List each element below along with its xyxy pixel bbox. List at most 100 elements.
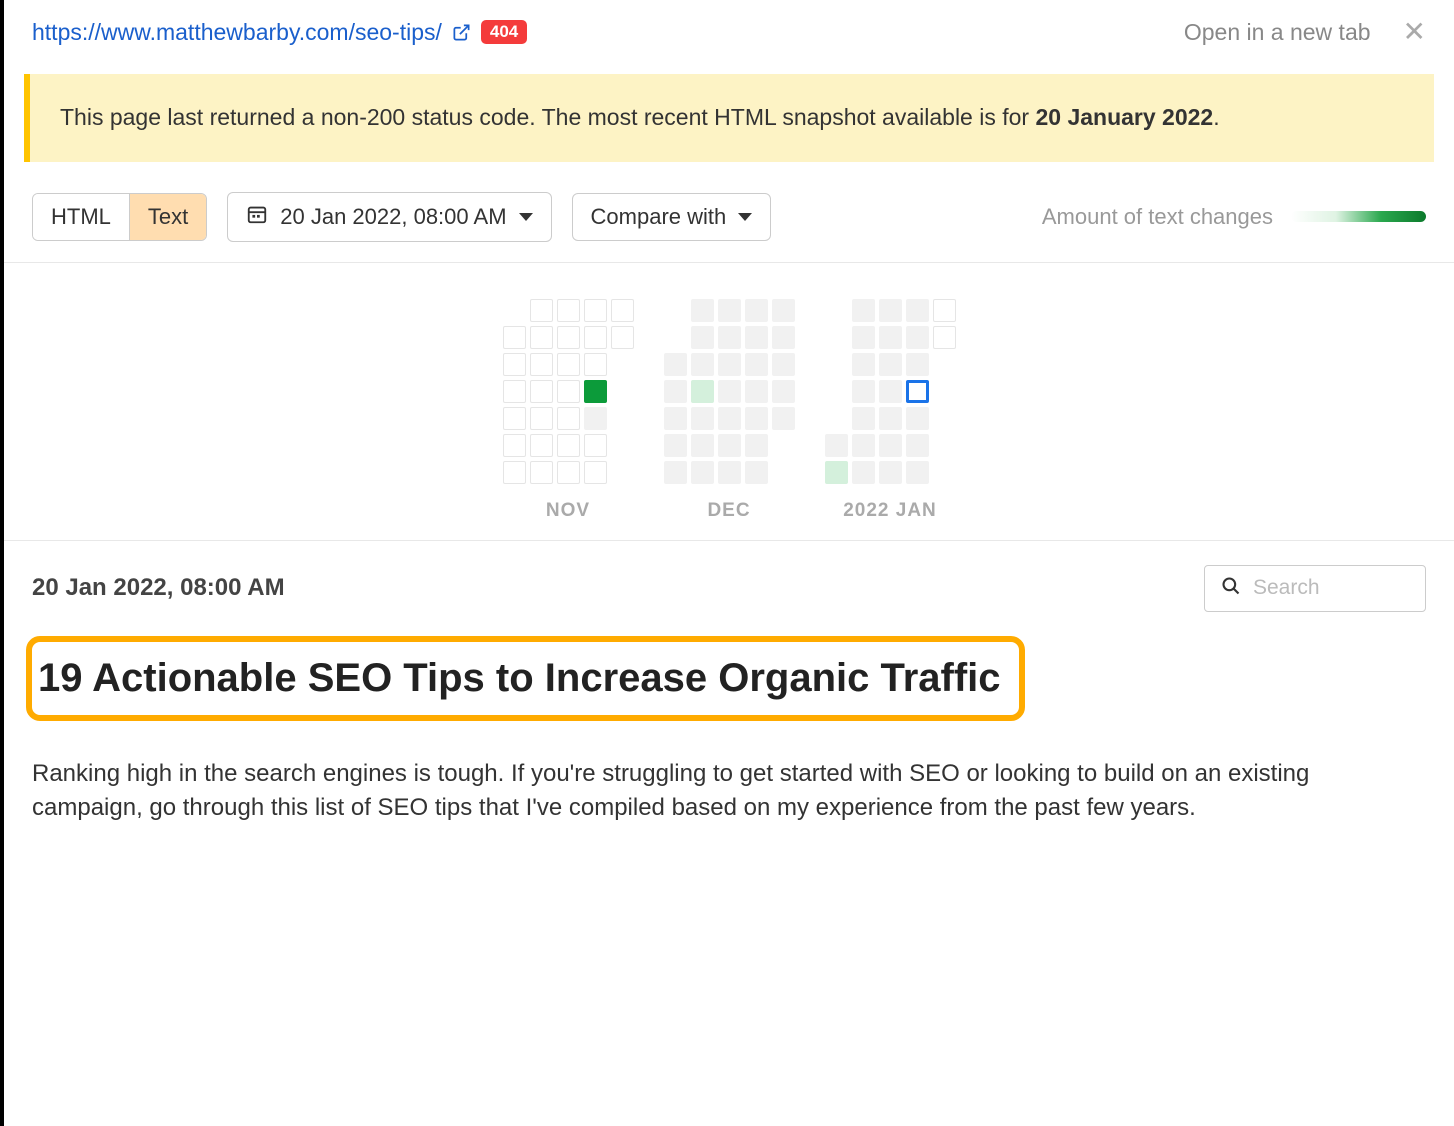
calendar-cell[interactable]: [745, 326, 768, 349]
calendar-cell[interactable]: [664, 461, 687, 484]
calendar-cell[interactable]: [772, 353, 795, 376]
calendar-cell[interactable]: [825, 461, 848, 484]
calendar-cell[interactable]: [906, 461, 929, 484]
calendar-cell[interactable]: [745, 353, 768, 376]
article-body: Ranking high in the search engines is to…: [32, 757, 1426, 827]
calendar-cell[interactable]: [530, 380, 553, 403]
calendar-cell[interactable]: [879, 434, 902, 457]
calendar-cell[interactable]: [718, 326, 741, 349]
calendar-cell[interactable]: [530, 326, 553, 349]
calendar-cell[interactable]: [879, 326, 902, 349]
calendar-cell[interactable]: [664, 380, 687, 403]
gradient-scale: [1291, 211, 1426, 222]
calendar-cell[interactable]: [745, 407, 768, 430]
calendar-cell[interactable]: [557, 326, 580, 349]
calendar-cell[interactable]: [664, 407, 687, 430]
calendar-cell[interactable]: [503, 326, 526, 349]
search-box[interactable]: [1204, 565, 1426, 612]
calendar-cell[interactable]: [691, 434, 714, 457]
calendar-cell[interactable]: [933, 326, 956, 349]
calendar-cell[interactable]: [718, 407, 741, 430]
calendar-cell[interactable]: [745, 434, 768, 457]
calendar-cell[interactable]: [530, 461, 553, 484]
calendar-cell[interactable]: [772, 407, 795, 430]
page-url-link[interactable]: https://www.matthewbarby.com/seo-tips/: [32, 19, 442, 46]
calendar-cell[interactable]: [772, 326, 795, 349]
text-tab[interactable]: Text: [129, 194, 206, 240]
calendar-cell[interactable]: [718, 461, 741, 484]
calendar-cell[interactable]: [906, 434, 929, 457]
calendar-cell[interactable]: [879, 299, 902, 322]
calendar-cell[interactable]: [718, 434, 741, 457]
compare-dropdown[interactable]: Compare with: [572, 193, 772, 241]
calendar-cell[interactable]: [503, 380, 526, 403]
month-label-jan: 2022 JAN: [825, 500, 956, 522]
calendar-cell[interactable]: [691, 353, 714, 376]
calendar-cell[interactable]: [584, 407, 607, 430]
calendar-cell[interactable]: [691, 326, 714, 349]
calendar-cell[interactable]: [691, 299, 714, 322]
calendar-cell[interactable]: [852, 380, 875, 403]
calendar-cell[interactable]: [852, 407, 875, 430]
calendar-cell[interactable]: [584, 353, 607, 376]
close-icon[interactable]: ✕: [1403, 18, 1426, 46]
calendar-cell[interactable]: [718, 299, 741, 322]
open-new-tab-link[interactable]: Open in a new tab: [1184, 19, 1371, 46]
calendar-cell[interactable]: [852, 353, 875, 376]
calendar-cell[interactable]: [557, 353, 580, 376]
calendar-cell[interactable]: [530, 353, 553, 376]
view-toggle: HTML Text: [32, 193, 207, 241]
calendar-cell[interactable]: [906, 353, 929, 376]
calendar-cell[interactable]: [745, 299, 768, 322]
calendar-cell[interactable]: [906, 326, 929, 349]
calendar-cell[interactable]: [691, 407, 714, 430]
calendar-cell[interactable]: [745, 461, 768, 484]
calendar-cell[interactable]: [933, 299, 956, 322]
calendar-cell[interactable]: [557, 461, 580, 484]
calendar-cell[interactable]: [503, 434, 526, 457]
search-input[interactable]: [1253, 576, 1409, 600]
calendar-cell[interactable]: [691, 380, 714, 403]
calendar-cell[interactable]: [503, 461, 526, 484]
calendar-cell[interactable]: [879, 461, 902, 484]
calendar-cell[interactable]: [557, 407, 580, 430]
calendar-cell[interactable]: [852, 326, 875, 349]
calendar-cell[interactable]: [906, 299, 929, 322]
calendar-cell[interactable]: [664, 353, 687, 376]
date-dropdown[interactable]: 20 Jan 2022, 08:00 AM: [227, 192, 551, 242]
calendar-cell[interactable]: [772, 380, 795, 403]
calendar-cell[interactable]: [557, 380, 580, 403]
calendar-cell[interactable]: [584, 299, 607, 322]
calendar-cell[interactable]: [584, 434, 607, 457]
calendar-cell[interactable]: [530, 434, 553, 457]
calendar-cell[interactable]: [772, 299, 795, 322]
calendar-cell[interactable]: [879, 380, 902, 403]
calendar-cell[interactable]: [530, 299, 553, 322]
calendar-cell[interactable]: [745, 380, 768, 403]
calendar-cell[interactable]: [611, 326, 634, 349]
calendar-cell[interactable]: [557, 299, 580, 322]
calendar-cell-selected[interactable]: [906, 380, 929, 403]
calendar-cell[interactable]: [852, 434, 875, 457]
calendar-cell[interactable]: [557, 434, 580, 457]
calendar-cell[interactable]: [879, 407, 902, 430]
html-tab[interactable]: HTML: [33, 194, 129, 240]
calendar-cell[interactable]: [584, 380, 607, 403]
calendar-cell[interactable]: [584, 326, 607, 349]
calendar-cell[interactable]: [503, 407, 526, 430]
calendar-cell[interactable]: [584, 461, 607, 484]
calendar-cell[interactable]: [879, 353, 902, 376]
article-title: 19 Actionable SEO Tips to Increase Organ…: [32, 656, 1001, 701]
calendar-cell[interactable]: [611, 299, 634, 322]
calendar-cell[interactable]: [718, 353, 741, 376]
calendar-cell[interactable]: [530, 407, 553, 430]
calendar-cell[interactable]: [664, 434, 687, 457]
calendar-cell[interactable]: [691, 461, 714, 484]
calendar-cell[interactable]: [718, 380, 741, 403]
calendar-cell[interactable]: [852, 461, 875, 484]
calendar-cell[interactable]: [852, 299, 875, 322]
calendar-cell[interactable]: [825, 434, 848, 457]
external-link-icon[interactable]: [452, 23, 471, 42]
calendar-cell[interactable]: [906, 407, 929, 430]
calendar-cell[interactable]: [503, 353, 526, 376]
